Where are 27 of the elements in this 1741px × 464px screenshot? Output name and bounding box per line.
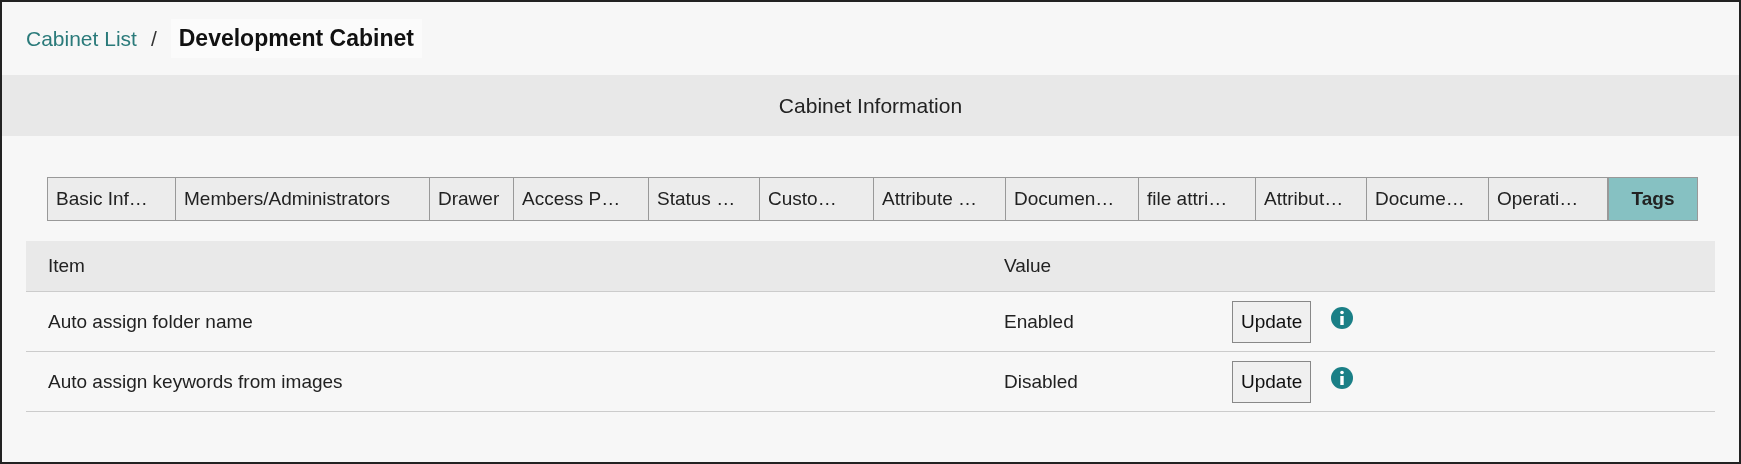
tab[interactable]: Docume… (1367, 177, 1489, 221)
breadcrumb-separator: / (150, 26, 157, 51)
tab[interactable]: Access P… (514, 177, 649, 221)
tab[interactable]: Basic Inf… (47, 177, 176, 221)
update-button[interactable]: Update (1232, 300, 1312, 343)
table-cell-text: Enabled (1003, 310, 1075, 333)
tab[interactable]: Attribute … (874, 177, 1006, 221)
tab[interactable]: Status … (649, 177, 760, 221)
tab[interactable]: Custo… (760, 177, 874, 221)
tab[interactable]: file attri… (1139, 177, 1256, 221)
tab[interactable]: Tags (1608, 177, 1698, 221)
section-header: Cabinet Information (2, 75, 1739, 136)
table-cell-text: Auto assign keywords from images (47, 370, 344, 393)
tab[interactable]: Members/Administrators (176, 177, 430, 221)
column-header: Item (47, 255, 86, 277)
column-header: Value (1003, 255, 1053, 277)
table-cell-text: Disabled (1003, 370, 1079, 393)
tab[interactable]: Drawer (430, 177, 514, 221)
breadcrumb-current: Development Cabinet (170, 19, 422, 58)
breadcrumb-link[interactable]: Cabinet List (26, 26, 137, 51)
tab[interactable]: Operati… (1489, 177, 1608, 221)
info-icon[interactable] (1331, 366, 1354, 389)
table-cell-text: Auto assign folder name (47, 310, 254, 333)
info-icon[interactable] (1331, 306, 1354, 329)
update-button[interactable]: Update (1232, 360, 1312, 403)
tab[interactable]: Attribut… (1256, 177, 1367, 221)
tab[interactable]: Documen… (1006, 177, 1139, 221)
